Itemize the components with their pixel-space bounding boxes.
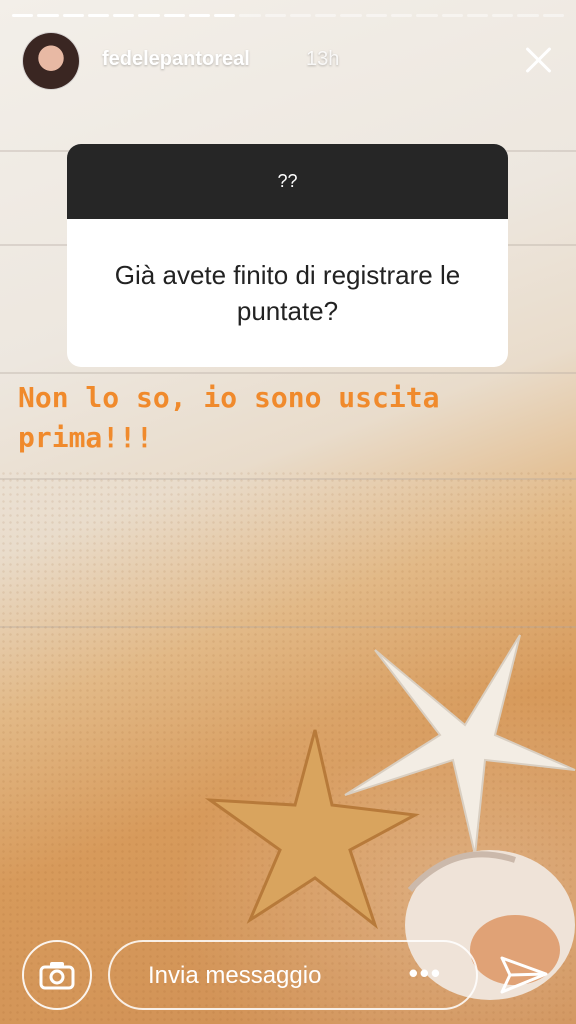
progress-segment: [517, 14, 539, 17]
username[interactable]: fedelepantoreal: [102, 48, 250, 71]
progress-segment: [441, 14, 463, 17]
answer-text: Non lo so, io sono uscita prima!!!: [18, 381, 457, 454]
background-plank-line: [0, 372, 576, 374]
story-view: fedelepantoreal 13h ?? Già avete finito …: [0, 0, 576, 1024]
progress-segment: [542, 14, 564, 17]
progress-segment: [62, 14, 84, 17]
send-message-field[interactable]: Invia messaggio •••: [108, 940, 478, 1010]
message-placeholder: Invia messaggio: [148, 962, 322, 989]
story-progress-bar: [12, 14, 564, 17]
question-sticker: ?? Già avete finito di registrare le pun…: [67, 144, 508, 367]
progress-segment: [315, 14, 337, 17]
progress-segment: [12, 14, 34, 17]
white-starfish-image: [344, 634, 576, 856]
progress-segment: [492, 14, 514, 17]
post-time: 13h: [306, 48, 340, 70]
progress-segment: [289, 14, 312, 17]
camera-icon: [39, 962, 75, 990]
camera-button[interactable]: [22, 940, 92, 1010]
progress-segment: [37, 14, 59, 17]
progress-segment: [138, 14, 160, 17]
send-icon[interactable]: [496, 948, 552, 1004]
question-title: ??: [67, 144, 508, 219]
progress-segment: [113, 14, 135, 17]
progress-segment: [390, 14, 413, 17]
progress-segment: [466, 14, 489, 17]
progress-segment: [188, 14, 211, 17]
avatar[interactable]: [22, 32, 80, 90]
progress-segment: [239, 14, 261, 17]
progress-segment: [340, 14, 362, 17]
close-icon[interactable]: [520, 42, 556, 78]
progress-segment: [365, 14, 387, 17]
progress-segment: [87, 14, 110, 17]
progress-segment: [163, 14, 185, 17]
progress-segment: [264, 14, 286, 17]
more-icon[interactable]: •••: [409, 958, 442, 989]
question-text: Già avete finito di registrare le puntat…: [114, 260, 461, 326]
progress-segment: [214, 14, 236, 17]
progress-segment: [416, 14, 438, 17]
